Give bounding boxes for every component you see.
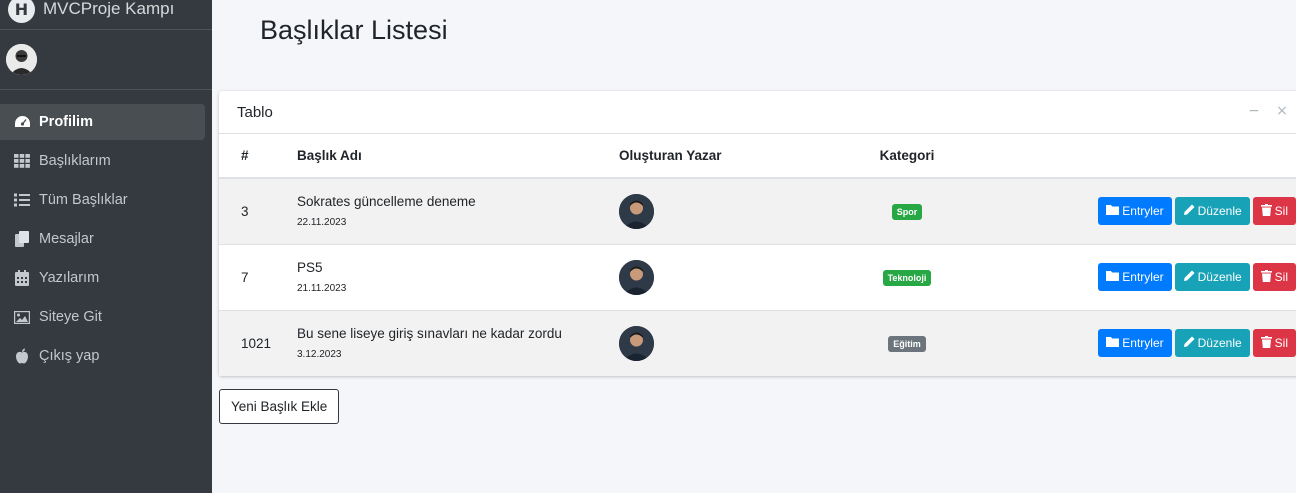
author-avatar	[619, 325, 654, 361]
sidebar-item-label: Siteye Git	[39, 309, 102, 325]
table-row: 7 PS5 21.11.2023 Teknoloji Entryler Düze…	[219, 243, 1296, 310]
calendar-icon	[13, 270, 31, 286]
headings-table: # Başlık Adı Oluşturan Yazar Kategori 3 …	[219, 134, 1296, 376]
author-avatar	[619, 193, 654, 229]
sidebar-item-profilim[interactable]: Profilim	[0, 104, 205, 140]
table-row: 3 Sokrates güncelleme deneme 22.11.2023 …	[219, 177, 1296, 244]
column-header-category: Kategori	[839, 134, 975, 179]
pencil-icon	[1183, 204, 1195, 219]
row-author-cell	[619, 177, 839, 244]
row-date: 3.12.2023	[297, 349, 342, 361]
brand-logo: H	[8, 0, 35, 23]
row-category-cell: Eğitim	[839, 309, 975, 376]
entries-button-label: Entryler	[1122, 270, 1164, 284]
copy-icon	[13, 231, 31, 247]
add-heading-button[interactable]: Yeni Başlık Ekle	[219, 389, 340, 424]
row-id: 7	[219, 243, 297, 310]
sidebar-item-basliklarim[interactable]: Başlıklarım	[0, 143, 205, 179]
column-header-num: #	[219, 134, 297, 179]
sidebar-item-cikis-yap[interactable]: Çıkış yap	[0, 338, 205, 374]
image-icon	[13, 309, 31, 325]
card-title: Tablo	[237, 103, 273, 121]
avatar[interactable]	[6, 44, 37, 75]
table-row: 1021 Bu sene liseye giriş sınavları ne k…	[219, 309, 1296, 376]
entries-button-label: Entryler	[1122, 336, 1164, 351]
edit-button-label: Düzenle	[1197, 270, 1242, 284]
delete-button-label: Sil	[1274, 204, 1288, 219]
row-category-cell: Teknoloji	[839, 243, 975, 310]
folder-icon	[1106, 204, 1120, 218]
folder-icon	[1106, 270, 1120, 284]
row-id: 3	[219, 177, 297, 244]
edit-button[interactable]: Düzenle	[1174, 329, 1250, 358]
delete-button[interactable]: Sil	[1252, 263, 1296, 291]
row-title: Bu sene liseye giriş sınavları ne kadar …	[297, 326, 562, 342]
close-icon[interactable]: ×	[1275, 103, 1289, 119]
row-title: PS5	[297, 260, 323, 275]
minimize-icon[interactable]: −	[1247, 103, 1261, 119]
column-header-author: Oluşturan Yazar	[619, 134, 839, 179]
delete-button-label: Sil	[1274, 336, 1288, 351]
row-date: 22.11.2023	[297, 217, 347, 229]
column-header-title: Başlık Adı	[297, 134, 619, 179]
sidebar-item-yazilarim[interactable]: Yazılarım	[0, 260, 205, 296]
entries-button[interactable]: Entryler	[1098, 263, 1172, 291]
row-title: Sokrates güncelleme deneme	[297, 194, 476, 210]
row-category-cell: Spor	[839, 177, 975, 244]
delete-button[interactable]: Sil	[1252, 329, 1296, 358]
sidebar-item-label: Profilim	[39, 114, 93, 130]
row-title-cell: PS5 21.11.2023	[297, 243, 619, 310]
row-title-cell: Sokrates güncelleme deneme 22.11.2023	[297, 177, 619, 244]
card-tools: − ×	[1247, 103, 1289, 119]
row-author-cell	[619, 309, 839, 376]
trash-icon	[1260, 203, 1272, 219]
edit-button-label: Düzenle	[1197, 204, 1242, 219]
sidebar-item-label: Tüm Başlıklar	[39, 192, 128, 208]
sidebar-item-siteye-git[interactable]: Siteye Git	[0, 299, 205, 335]
trash-icon	[1260, 335, 1272, 351]
entries-button[interactable]: Entryler	[1098, 197, 1172, 226]
category-badge: Spor	[891, 203, 923, 220]
card-header: Tablo − ×	[219, 91, 1296, 134]
row-author-cell	[619, 243, 839, 310]
user-panel	[0, 30, 212, 90]
category-badge: Teknoloji	[882, 269, 932, 286]
column-header-actions	[975, 134, 1296, 179]
sidebar-item-label: Yazılarım	[39, 270, 100, 286]
main-content: Başlıklar Listesi Tablo − × # Başlık Adı…	[212, 0, 1296, 493]
trash-icon	[1260, 269, 1272, 285]
entries-button[interactable]: Entryler	[1098, 329, 1172, 358]
entries-button-label: Entryler	[1122, 204, 1164, 219]
row-date: 21.11.2023	[297, 283, 347, 294]
sidebar-item-label: Mesajlar	[39, 231, 94, 247]
list-icon	[13, 192, 31, 208]
delete-button[interactable]: Sil	[1252, 197, 1296, 226]
edit-button[interactable]: Düzenle	[1174, 197, 1250, 226]
row-id: 1021	[219, 309, 297, 376]
folder-icon	[1106, 336, 1120, 350]
pencil-icon	[1183, 270, 1195, 285]
brand-text: MVCProje Kampı	[43, 0, 175, 18]
sidebar-item-tum-basliklar[interactable]: Tüm Başlıklar	[0, 182, 205, 218]
row-title-cell: Bu sene liseye giriş sınavları ne kadar …	[297, 309, 619, 376]
sidebar-item-label: Çıkış yap	[39, 348, 100, 364]
brand-link[interactable]: H MVCProje Kampı	[0, 0, 212, 30]
delete-button-label: Sil	[1274, 270, 1288, 284]
sidebar-item-label: Başlıklarım	[39, 153, 111, 169]
sidebar-item-mesajlar[interactable]: Mesajlar	[0, 221, 205, 257]
grid-icon	[13, 153, 31, 169]
page-title: Başlıklar Listesi	[260, 15, 448, 45]
dashboard-icon	[13, 114, 31, 130]
apple-icon	[13, 348, 31, 364]
sidebar: H MVCProje Kampı Profilim Başlıklarım Tü…	[0, 0, 212, 493]
edit-button-label: Düzenle	[1197, 336, 1242, 351]
author-avatar	[619, 259, 654, 295]
category-badge: Eğitim	[888, 335, 926, 352]
sidebar-nav: Profilim Başlıklarım Tüm Başlıklar Mesaj…	[0, 104, 212, 374]
table-card: Tablo − × # Başlık Adı Oluşturan Yazar K…	[219, 91, 1296, 376]
edit-button[interactable]: Düzenle	[1174, 263, 1250, 291]
pencil-icon	[1183, 336, 1195, 351]
